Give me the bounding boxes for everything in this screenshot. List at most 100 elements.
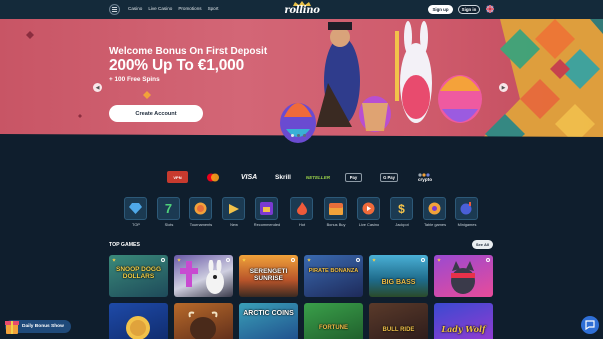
site-logo[interactable]: rollino xyxy=(282,1,322,18)
game-tile-serengeti-sunrise[interactable]: SERENGETI SUNRISE xyxy=(239,255,298,297)
hero-background-art xyxy=(0,19,603,151)
play-icon xyxy=(362,202,375,215)
category-hot[interactable] xyxy=(290,197,313,220)
visa-logo: VISA xyxy=(240,173,258,181)
slide-dot[interactable] xyxy=(291,134,294,137)
category-top[interactable] xyxy=(124,197,147,220)
rabbit-art-icon xyxy=(206,260,224,294)
game-tile-fortune[interactable]: FORTUNE xyxy=(304,303,363,339)
nav-live-casino[interactable]: Live Casino xyxy=(148,6,172,11)
mastercard-icon xyxy=(207,173,219,181)
daily-bonus-button[interactable]: Daily Bonus Show xyxy=(5,320,71,334)
cross-art-icon xyxy=(180,261,198,287)
buffalo-art-icon xyxy=(188,311,218,339)
trophy-icon xyxy=(194,202,207,215)
category-tournaments[interactable] xyxy=(189,197,212,220)
google-pay-logo: G Pay xyxy=(380,171,398,183)
apple-pay-logo: Pay xyxy=(345,171,362,183)
game-title: FORTUNE xyxy=(319,325,348,331)
game-tile-coins[interactable] xyxy=(109,303,168,339)
slide-dot[interactable] xyxy=(297,134,300,137)
hero-banner[interactable]: Welcome Bonus On First Deposit 200% Up T… xyxy=(0,19,603,151)
create-account-button[interactable]: Create Account xyxy=(109,105,203,122)
game-tile-hero-cat[interactable] xyxy=(434,255,493,297)
favorite-icon[interactable] xyxy=(356,258,360,262)
star-icon xyxy=(437,258,441,262)
star-icon xyxy=(242,258,246,262)
gift-icon xyxy=(5,321,19,334)
sign-in-button[interactable]: Sign in xyxy=(458,5,480,14)
cards-icon xyxy=(428,202,441,215)
game-title: ARCTIC COINS xyxy=(243,310,294,317)
uk-flag-icon[interactable] xyxy=(486,5,494,13)
hero-next-button[interactable]: ▶ xyxy=(499,83,508,92)
live-chat-button[interactable] xyxy=(581,316,599,334)
game-tile-cross-rabbit[interactable] xyxy=(174,255,233,297)
hero-spins: + 100 Free Spins xyxy=(109,76,160,83)
category-jackpot[interactable]: $ xyxy=(390,197,413,220)
google-pay-label: G Pay xyxy=(380,172,398,182)
bomb-icon xyxy=(460,202,472,215)
game-tile-arctic-coins[interactable]: ARCTIC COINS xyxy=(239,303,298,339)
top-header: Casino Live Casino Promotions Sport roll… xyxy=(0,0,603,19)
nav-sport[interactable]: Sport xyxy=(208,6,219,11)
diamond-icon xyxy=(129,203,142,214)
mastercard-logo xyxy=(205,171,221,183)
hero-prev-button[interactable]: ◀ xyxy=(93,83,102,92)
menu-button[interactable] xyxy=(109,4,120,15)
game-tile-pirate-bonanza[interactable]: PIRATE BONANZA xyxy=(304,255,363,297)
star-icon xyxy=(372,258,376,262)
coin-art-icon xyxy=(126,316,150,339)
slide-dot[interactable] xyxy=(303,134,306,137)
game-title: Lady Wolf xyxy=(441,324,486,334)
favorite-icon[interactable] xyxy=(421,258,425,262)
category-new[interactable] xyxy=(222,197,245,220)
game-tile-snoop-dogg-dollars[interactable]: SNOOP DOGG DOLLARS xyxy=(109,255,168,297)
new-flag-icon xyxy=(228,203,239,214)
main-nav: Casino Live Casino Promotions Sport xyxy=(128,6,219,11)
crypto-label: crypto xyxy=(417,176,433,182)
favorite-icon[interactable] xyxy=(291,258,295,262)
category-live-casino[interactable] xyxy=(357,197,380,220)
chevron-right-icon: ▶ xyxy=(501,84,506,91)
category-label: Minigames xyxy=(457,222,477,227)
category-bonus-buy[interactable] xyxy=(324,197,347,220)
favorite-icon[interactable] xyxy=(161,258,165,262)
cat-art-icon xyxy=(451,261,475,294)
category-label: Recommended xyxy=(253,222,281,227)
logo-text: rollino xyxy=(284,5,320,16)
daily-bonus-label: Daily Bonus Show xyxy=(22,324,64,329)
seven-icon: 7 xyxy=(164,201,173,216)
chevron-left-icon: ◀ xyxy=(95,84,100,91)
favorite-icon[interactable] xyxy=(226,258,230,262)
page: Casino Live Casino Promotions Sport roll… xyxy=(0,0,603,339)
skrill-logo: Skrill xyxy=(275,173,291,181)
category-recommended[interactable] xyxy=(255,197,278,220)
favorite-icon[interactable] xyxy=(486,258,490,262)
hero-title: Welcome Bonus On First Deposit xyxy=(109,46,268,57)
category-table-games[interactable] xyxy=(423,197,446,220)
chat-bubble-icon xyxy=(585,320,595,330)
game-tile-buffalo[interactable] xyxy=(174,303,233,339)
nav-promotions[interactable]: Promotions xyxy=(178,6,201,11)
game-tile-lady-wolf[interactable]: Lady Wolf xyxy=(434,303,493,339)
star-icon xyxy=(307,258,311,262)
see-all-button[interactable]: See All xyxy=(472,240,493,249)
fire-icon xyxy=(296,202,307,215)
star-icon xyxy=(112,258,116,262)
nav-casino[interactable]: Casino xyxy=(128,6,142,11)
hero-amount: 200% Up To €1,000 xyxy=(109,57,245,74)
game-title: SERENGETI SUNRISE xyxy=(249,268,288,282)
vpn-friendly-badge: VPN xyxy=(167,171,188,183)
sign-up-button[interactable]: Sign up xyxy=(428,5,453,14)
top-games-title: TOP GAMES xyxy=(109,242,140,248)
category-slots[interactable]: 7 xyxy=(157,197,180,220)
thumb-up-icon xyxy=(260,202,273,215)
game-title: PIRATE BONANZA xyxy=(308,268,359,274)
game-tile-big-bass[interactable]: BIG BASS xyxy=(369,255,428,297)
crypto-logo: crypto xyxy=(414,171,436,183)
category-minigames[interactable] xyxy=(455,197,478,220)
game-tile-bull-ride[interactable]: BULL RIDE xyxy=(369,303,428,339)
game-title: BIG BASS xyxy=(381,279,416,286)
apple-pay-label: Pay xyxy=(345,172,362,182)
